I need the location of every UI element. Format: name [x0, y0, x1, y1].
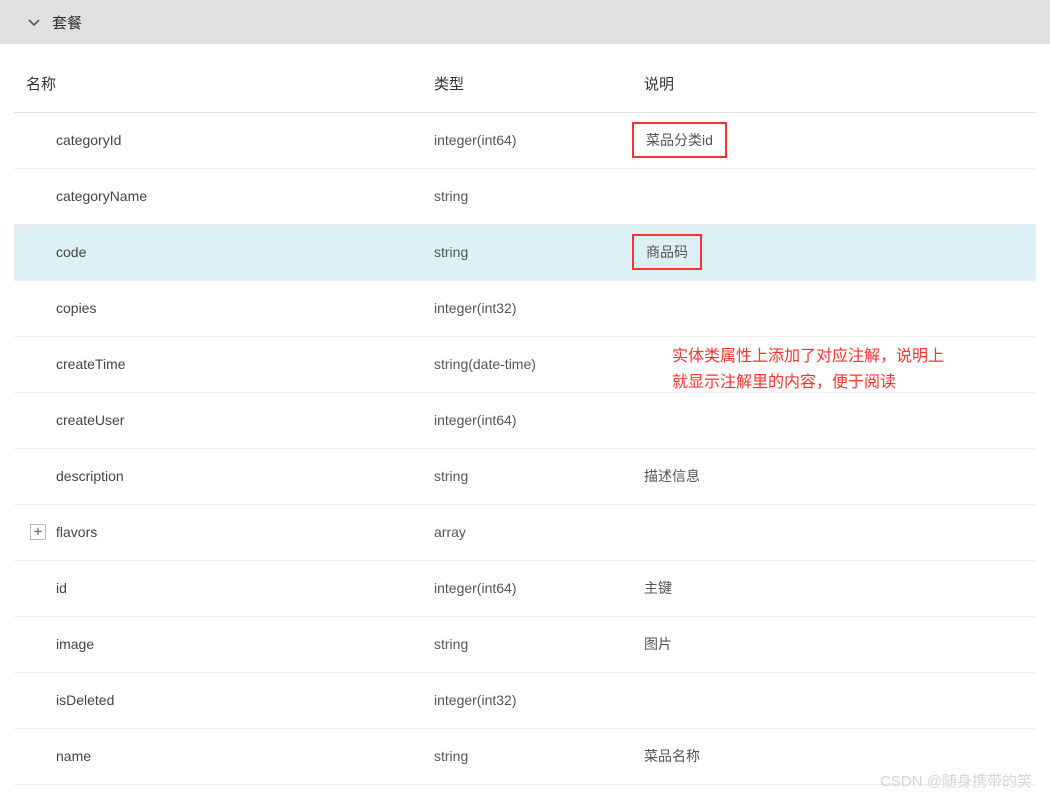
watermark: CSDN @随身携带的笑 [880, 770, 1032, 791]
table-row[interactable]: + flavors array [14, 504, 1036, 560]
property-desc: 菜品名称 [644, 748, 700, 764]
table-row[interactable]: copies integer(int32) [14, 280, 1036, 336]
property-name: createUser [56, 412, 124, 428]
property-desc-cell [644, 336, 1036, 392]
property-name-cell: + flavors [14, 504, 434, 560]
property-type: string [434, 188, 468, 204]
property-name: copies [56, 300, 96, 316]
property-type: array [434, 524, 466, 540]
column-header-type: 类型 [434, 56, 644, 112]
table-row[interactable]: createUser integer(int64) [14, 392, 1036, 448]
column-header-desc: 说明 [644, 56, 1036, 112]
property-type-cell: integer(int64) [434, 392, 644, 448]
property-type-cell: string(date-time) [434, 336, 644, 392]
property-type-cell: string [434, 448, 644, 504]
property-name-cell: categoryName [14, 168, 434, 224]
property-type: string [434, 468, 468, 484]
property-name: createTime [56, 356, 126, 372]
property-desc-cell: 图片 [644, 616, 1036, 672]
property-name: categoryName [56, 188, 147, 204]
property-type: string [434, 748, 468, 764]
property-name-cell: description [14, 448, 434, 504]
property-desc-cell: 主键 [644, 560, 1036, 616]
property-type-cell: integer(int32) [434, 280, 644, 336]
property-type-cell: string [434, 728, 644, 784]
property-name: description [56, 468, 124, 484]
property-type-cell: array [434, 504, 644, 560]
property-name: id [56, 580, 67, 596]
table-row[interactable]: code string 商品码 [14, 224, 1036, 280]
property-name: code [56, 244, 86, 260]
content-area: 名称 类型 说明 categoryIdinteger(int64)菜品分类idc… [0, 44, 1050, 785]
property-name-cell: image [14, 616, 434, 672]
expand-button[interactable]: + [30, 524, 46, 540]
property-desc-cell: 菜品分类id [644, 112, 1036, 168]
table-row[interactable]: id integer(int64) 主键 [14, 560, 1036, 616]
table-row[interactable]: categoryId integer(int64) 菜品分类id [14, 112, 1036, 168]
property-desc-cell [644, 392, 1036, 448]
property-name-cell: copies [14, 280, 434, 336]
property-name-cell: code [14, 224, 434, 280]
property-name-cell: createUser [14, 392, 434, 448]
property-type: string [434, 636, 468, 652]
property-name: isDeleted [56, 692, 114, 708]
property-name: flavors [56, 524, 97, 540]
property-type-cell: integer(int64) [434, 560, 644, 616]
property-name-cell: createTime [14, 336, 434, 392]
table-header-row: 名称 类型 说明 [14, 56, 1036, 112]
property-type-cell: integer(int64) [434, 112, 644, 168]
property-type: integer(int64) [434, 132, 517, 148]
property-desc: 主键 [644, 580, 672, 596]
property-desc: 菜品分类id [632, 122, 727, 158]
schema-table: 名称 类型 说明 categoryIdinteger(int64)菜品分类idc… [14, 56, 1036, 785]
table-row[interactable]: image string 图片 [14, 616, 1036, 672]
property-type-cell: integer(int32) [434, 672, 644, 728]
section-header[interactable]: 套餐 [0, 0, 1050, 44]
section-title: 套餐 [52, 12, 82, 33]
table-row[interactable]: createTime string(date-time) [14, 336, 1036, 392]
table-row[interactable]: isDeleted integer(int32) [14, 672, 1036, 728]
property-name: image [56, 636, 94, 652]
property-desc-cell: 商品码 [644, 224, 1036, 280]
property-type-cell: string [434, 616, 644, 672]
chevron-down-icon [28, 17, 38, 27]
property-type-cell: string [434, 168, 644, 224]
property-desc: 描述信息 [644, 468, 700, 484]
property-type: string(date-time) [434, 356, 536, 372]
property-name-cell: id [14, 560, 434, 616]
property-name-cell: name [14, 728, 434, 784]
property-type: integer(int64) [434, 580, 517, 596]
property-type: integer(int32) [434, 300, 517, 316]
property-desc-cell [644, 672, 1036, 728]
property-type-cell: string [434, 224, 644, 280]
property-type: integer(int64) [434, 412, 517, 428]
property-desc-cell [644, 504, 1036, 560]
column-header-name: 名称 [14, 56, 434, 112]
property-desc: 图片 [644, 636, 672, 652]
property-name-cell: categoryId [14, 112, 434, 168]
property-desc-cell: 描述信息 [644, 448, 1036, 504]
property-desc-cell [644, 280, 1036, 336]
property-name: name [56, 748, 91, 764]
property-desc-cell [644, 168, 1036, 224]
property-type: integer(int32) [434, 692, 517, 708]
property-name: categoryId [56, 132, 121, 148]
table-row[interactable]: categoryName string [14, 168, 1036, 224]
property-type: string [434, 244, 468, 260]
property-name-cell: isDeleted [14, 672, 434, 728]
property-desc: 商品码 [632, 234, 702, 270]
table-row[interactable]: description string 描述信息 [14, 448, 1036, 504]
